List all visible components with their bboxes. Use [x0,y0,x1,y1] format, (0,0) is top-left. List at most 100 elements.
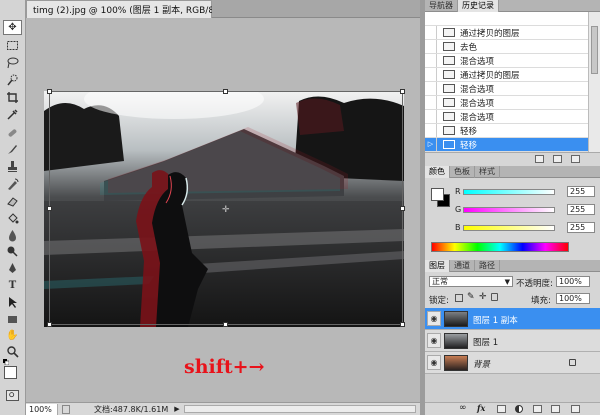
lasso-tool-icon[interactable] [3,55,22,70]
mask-icon[interactable] [497,405,506,413]
group-icon[interactable] [533,405,542,413]
history-item[interactable]: 混合选项 [425,110,588,124]
history-item[interactable]: 混合选项 [425,96,588,110]
tab-styles[interactable]: 样式 [475,166,500,178]
history-source-checkbox[interactable] [425,110,437,123]
transform-bounding-box[interactable]: ✛ [47,89,405,327]
history-item[interactable]: 通过拷贝的图层 [425,26,588,40]
healing-brush-tool-icon[interactable] [3,125,22,140]
type-tool-icon[interactable]: T [3,278,22,293]
foreground-color-swatch[interactable] [4,366,17,379]
history-item[interactable]: 去色 [425,40,588,54]
transform-center-icon[interactable]: ✛ [222,205,230,215]
quick-mask-icon[interactable] [6,390,19,401]
status-menu-arrow-icon[interactable]: ▶ [174,405,179,413]
blend-mode-select[interactable]: 正常 ▼ [429,276,513,287]
history-item[interactable]: 通过拷贝的图层 [425,68,588,82]
transform-handle[interactable] [223,89,228,94]
transform-handle[interactable] [400,89,405,94]
eye-icon[interactable]: ◉ [427,311,441,326]
history-source-checkbox[interactable] [425,124,437,137]
layer-row[interactable]: ◉ 图层 1 [425,330,600,352]
new-layer-icon[interactable] [551,405,560,413]
hand-tool-icon[interactable]: ✋ [3,328,22,343]
dodge-tool-icon[interactable] [3,244,22,259]
eye-icon[interactable]: ◉ [427,333,441,348]
transform-handle[interactable] [400,322,405,327]
history-item[interactable] [425,12,588,26]
crop-tool-icon[interactable] [3,90,22,105]
history-item[interactable]: 混合选项 [425,82,588,96]
zoom-tool-icon[interactable] [3,344,22,359]
snapshot-icon[interactable] [553,155,562,163]
history-source-checkbox[interactable]: ▷ [425,138,437,151]
path-selection-tool-icon[interactable] [3,295,22,310]
tab-channels[interactable]: 通道 [450,260,475,272]
history-source-checkbox[interactable] [425,40,437,53]
history-scroll-thumb[interactable] [591,26,598,74]
channel-value-field[interactable]: 255 [567,186,595,197]
brush-tool-icon[interactable] [3,142,22,157]
layer-thumbnail[interactable] [444,355,468,371]
channel-value-field[interactable]: 255 [567,204,595,215]
history-source-checkbox[interactable] [425,68,437,81]
fill-field[interactable]: 100% [556,293,590,304]
transform-handle[interactable] [47,89,52,94]
lock-all-icon[interactable] [491,293,498,301]
eyedropper-tool-icon[interactable] [3,107,22,122]
tab-history[interactable]: 历史记录 [458,0,499,12]
channel-slider[interactable] [463,207,555,213]
quick-selection-tool-icon[interactable] [3,72,22,87]
history-source-checkbox[interactable] [425,82,437,95]
status-icon[interactable] [62,404,70,414]
transform-handle[interactable] [223,322,228,327]
eraser-tool-icon[interactable] [3,194,22,209]
history-source-checkbox[interactable] [425,54,437,67]
history-source-checkbox[interactable] [425,96,437,109]
transform-handle[interactable] [47,322,52,327]
layer-thumbnail[interactable] [444,311,468,327]
paint-bucket-tool-icon[interactable] [3,211,22,226]
tab-layers[interactable]: 图层 [425,260,450,272]
tab-swatches[interactable]: 色板 [450,166,475,178]
trash-icon[interactable] [571,405,580,413]
opacity-field[interactable]: 100% [556,276,590,287]
clone-stamp-tool-icon[interactable] [3,159,22,174]
marquee-tool-icon[interactable] [3,38,22,53]
blur-tool-icon[interactable] [3,228,22,243]
channel-value-field[interactable]: 255 [567,222,595,233]
default-colors-icon[interactable] [3,358,10,366]
layer-row[interactable]: ◉ 背景 [425,352,600,374]
history-item[interactable]: 混合选项 [425,54,588,68]
transform-handle[interactable] [400,206,405,211]
channel-slider[interactable] [463,225,555,231]
color-spectrum-bar[interactable] [431,242,569,252]
transform-handle[interactable] [47,206,52,211]
channel-slider[interactable] [463,189,555,195]
layer-thumbnail[interactable] [444,333,468,349]
pen-tool-icon[interactable] [3,261,22,276]
history-source-checkbox[interactable] [425,26,437,39]
history-item[interactable]: ▷ 轻移 [425,138,588,152]
horizontal-scrollbar[interactable] [183,405,416,413]
foreground-color-swatch[interactable] [431,188,444,201]
history-brush-tool-icon[interactable] [3,177,22,192]
eye-icon[interactable]: ◉ [427,355,441,370]
tab-navigator[interactable]: 导航器 [425,0,458,12]
zoom-field[interactable]: 100% [26,403,58,415]
layer-row[interactable]: ◉ 图层 1 副本 [425,308,600,330]
move-tool-icon[interactable]: ✥ [3,20,22,35]
link-icon[interactable]: ∞ [459,403,467,413]
lock-image-icon[interactable]: ✎ [467,292,475,302]
tab-paths[interactable]: 路径 [475,260,500,272]
lock-position-icon[interactable]: ✛ [479,292,487,302]
rectangle-shape-tool-icon[interactable] [3,312,22,327]
history-item[interactable]: 轻移 [425,124,588,138]
delete-state-icon[interactable] [571,155,580,163]
lock-transparency-icon[interactable] [455,294,463,302]
new-document-from-state-icon[interactable] [535,155,544,163]
history-scrollbar[interactable] [588,12,600,152]
fx-icon[interactable]: fx [477,403,485,413]
document-tab[interactable]: timg (2).jpg @ 100% (图层 1 副本, RGB/8#) * … [26,0,246,18]
adjustment-icon[interactable] [515,405,523,413]
